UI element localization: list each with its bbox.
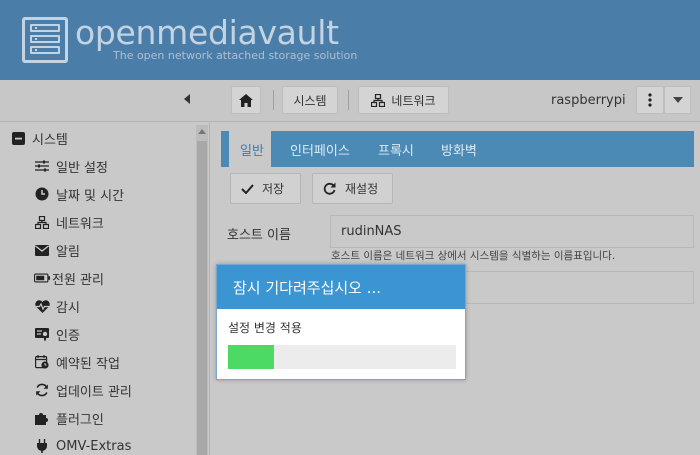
tab-interfaces[interactable]: 인터페이스 [290, 131, 350, 167]
check-icon [241, 183, 254, 194]
more-menu-button[interactable] [636, 86, 664, 114]
app-header: openmediavault The open network attached… [0, 0, 700, 80]
save-button[interactable]: 저장 [230, 173, 301, 204]
sidebar-item-system[interactable]: 시스템 [10, 124, 205, 152]
user-dropdown-button[interactable] [664, 86, 691, 114]
progress-bar-fill [228, 345, 274, 369]
sidebar-item-label: 시스템 [32, 132, 68, 148]
refresh-icon [34, 382, 50, 398]
please-wait-dialog: 잠시 기다려주십시오 ... 설정 변경 적용 [216, 264, 466, 380]
home-button[interactable] [231, 86, 261, 114]
app-title: openmediavault [75, 13, 339, 52]
tab-firewall[interactable]: 방화벽 [441, 131, 477, 167]
tab-general[interactable]: 일반 [229, 131, 271, 167]
hostname-label: raspberrypi [551, 93, 626, 108]
sidebar-item-label: 일반 설정 [56, 160, 108, 176]
sidebar-scrollbar[interactable] [196, 125, 208, 455]
hostname-field-label: 호스트 이름 [227, 228, 291, 243]
breadcrumb-network-label: 네트워크 [391, 93, 436, 108]
breadcrumb-system-label: 시스템 [293, 93, 327, 108]
progress-bar [228, 345, 456, 369]
sidebar-item-label: 네트워크 [56, 216, 104, 232]
sidebar-item-label: OMV-Extras [56, 438, 132, 454]
sidebar-item-label: 날짜 및 시간 [56, 188, 125, 204]
calendar-clock-icon [34, 354, 50, 370]
app-subtitle: The open network attached storage soluti… [113, 49, 358, 62]
refresh-icon [323, 182, 336, 195]
kebab-menu-icon [648, 93, 652, 107]
sidebar: 시스템 일반 설정 날짜 및 시간 네트워크 알림 전원 관리 감시 인증 예약… [0, 123, 210, 455]
minus-square-icon [10, 130, 26, 146]
save-button-label: 저장 [262, 182, 285, 196]
sidebar-scroll-thumb[interactable] [197, 141, 207, 455]
sidebar-item-label: 플러그인 [56, 412, 104, 428]
sliders-icon [34, 158, 50, 174]
sidebar-item-label: 예약된 작업 [56, 356, 120, 372]
caret-down-icon [672, 97, 683, 103]
battery-icon [34, 270, 50, 286]
collapse-sidebar-icon[interactable] [184, 94, 190, 104]
breadcrumb-system[interactable]: 시스템 [282, 86, 338, 114]
hostname-field[interactable]: rudinNAS [330, 215, 694, 248]
breadcrumb-network[interactable]: 네트워크 [358, 86, 449, 114]
sidebar-item-label: 전원 관리 [52, 272, 104, 288]
certificate-icon [34, 326, 50, 342]
tab-proxy[interactable]: 프록시 [378, 131, 414, 167]
sidebar-item-label: 감시 [56, 300, 80, 316]
reset-button[interactable]: 재설정 [312, 173, 393, 204]
puzzle-icon [34, 410, 50, 426]
sidebar-item-label: 인증 [56, 328, 80, 344]
sidebar-item-label: 업데이트 관리 [56, 384, 132, 400]
clock-icon [34, 186, 50, 202]
envelope-icon [34, 242, 50, 258]
sidebar-item-label: 알림 [56, 244, 80, 260]
home-icon [239, 93, 253, 107]
dialog-title: 잠시 기다려주십시오 ... [217, 265, 465, 309]
scroll-up-arrow-icon[interactable] [198, 129, 206, 134]
reset-button-label: 재설정 [345, 182, 379, 196]
dialog-message: 설정 변경 적용 [228, 321, 302, 335]
network-icon [34, 214, 50, 230]
network-icon [371, 93, 386, 107]
hostname-field-hint: 호스트 이름은 네트워크 상에서 시스템을 식별하는 이름표입니다. [331, 250, 616, 262]
plug-icon [34, 438, 50, 454]
tab-bar: 일반 인터페이스 프록시 방화벽 [221, 131, 694, 167]
heartbeat-icon [34, 298, 50, 314]
omv-logo-icon [22, 17, 68, 63]
